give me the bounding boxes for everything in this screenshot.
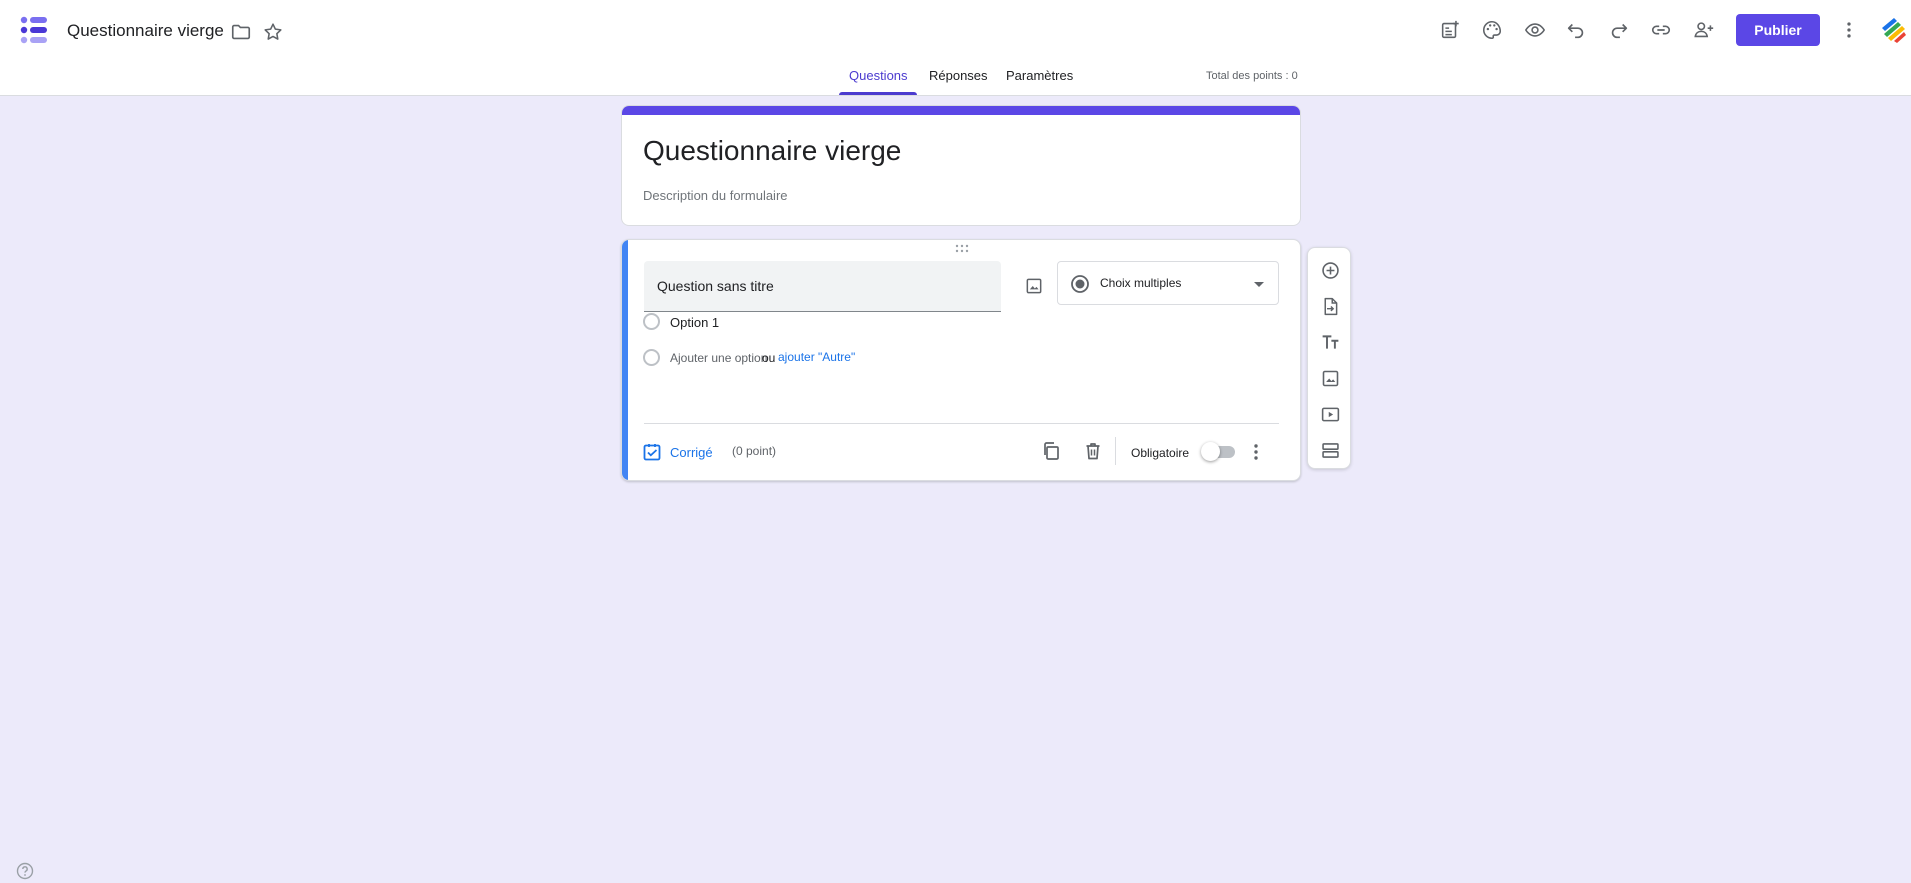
add-option-link[interactable]: Ajouter une option [670, 351, 767, 365]
top-bar: Questionnaire vierge Publier Questions R… [0, 0, 1911, 96]
section-icon[interactable] [1316, 436, 1344, 464]
add-other-link[interactable]: ajouter "Autre" [778, 350, 855, 364]
folder-icon[interactable] [229, 20, 253, 44]
add-collaborator-icon[interactable] [1692, 18, 1716, 42]
link-icon[interactable] [1649, 18, 1673, 42]
add-question-icon[interactable] [1316, 256, 1344, 284]
form-title[interactable]: Questionnaire vierge [643, 135, 901, 167]
answer-key-icon [643, 444, 661, 461]
forms-logo-icon[interactable] [19, 15, 49, 45]
tab-settings[interactable]: Paramètres [1006, 68, 1073, 83]
required-label: Obligatoire [1131, 446, 1190, 460]
drag-handle-icon[interactable] [953, 243, 971, 255]
question-more-icon[interactable] [1247, 441, 1265, 463]
help-icon[interactable] [16, 862, 34, 880]
title-text-icon[interactable] [1316, 328, 1344, 356]
form-header-card[interactable]: Questionnaire vierge Description du form… [621, 105, 1301, 226]
add-image-icon[interactable] [1018, 270, 1050, 302]
brand-logo-icon[interactable] [1880, 16, 1906, 44]
tab-questions[interactable]: Questions [849, 68, 908, 83]
video-icon[interactable] [1316, 400, 1344, 428]
answer-key-button[interactable]: Corrigé [642, 440, 713, 464]
document-title[interactable]: Questionnaire vierge [67, 21, 224, 41]
footer-separator [1115, 437, 1116, 465]
question-type-label: Choix multiples [1100, 276, 1182, 290]
preview-eye-icon[interactable] [1523, 18, 1547, 42]
publish-button[interactable]: Publier [1736, 14, 1820, 46]
accent-stripe [622, 106, 1300, 115]
toggle-knob [1201, 442, 1220, 461]
or-separator: ou [762, 351, 776, 365]
option-label[interactable]: Option 1 [670, 315, 719, 330]
star-icon[interactable] [261, 20, 285, 44]
form-description-field[interactable]: Description du formulaire [643, 188, 788, 203]
tab-bar: Questions Réponses Paramètres Total des … [0, 60, 1911, 96]
floating-toolbar [1307, 247, 1351, 469]
tab-responses[interactable]: Réponses [929, 68, 988, 83]
points-total: Total des points : 0 [1206, 70, 1298, 82]
add-option-radio [643, 349, 660, 366]
undo-icon[interactable] [1564, 18, 1588, 42]
footer-divider [644, 423, 1279, 424]
duplicate-icon[interactable] [1039, 439, 1063, 463]
answer-key-label: Corrigé [670, 444, 713, 460]
question-card[interactable]: Question sans titre Choix multiples Opti… [621, 239, 1301, 481]
option-radio [643, 313, 660, 330]
more-vert-icon[interactable] [1837, 18, 1861, 42]
question-type-dropdown[interactable]: Choix multiples [1057, 261, 1279, 305]
import-questions-icon[interactable] [1316, 292, 1344, 320]
redo-icon[interactable] [1607, 18, 1631, 42]
chevron-down-icon [1254, 282, 1264, 287]
active-question-stripe [622, 240, 628, 480]
required-toggle[interactable] [1201, 442, 1235, 461]
add-on-icon[interactable] [1438, 18, 1462, 42]
question-title-input[interactable]: Question sans titre [644, 261, 1001, 312]
palette-icon[interactable] [1480, 18, 1504, 42]
trash-icon[interactable] [1081, 439, 1105, 463]
radio-button-checked-icon [1071, 275, 1089, 293]
active-tab-indicator [839, 92, 917, 95]
image-icon[interactable] [1316, 364, 1344, 392]
points-value: (0 point) [732, 444, 777, 458]
